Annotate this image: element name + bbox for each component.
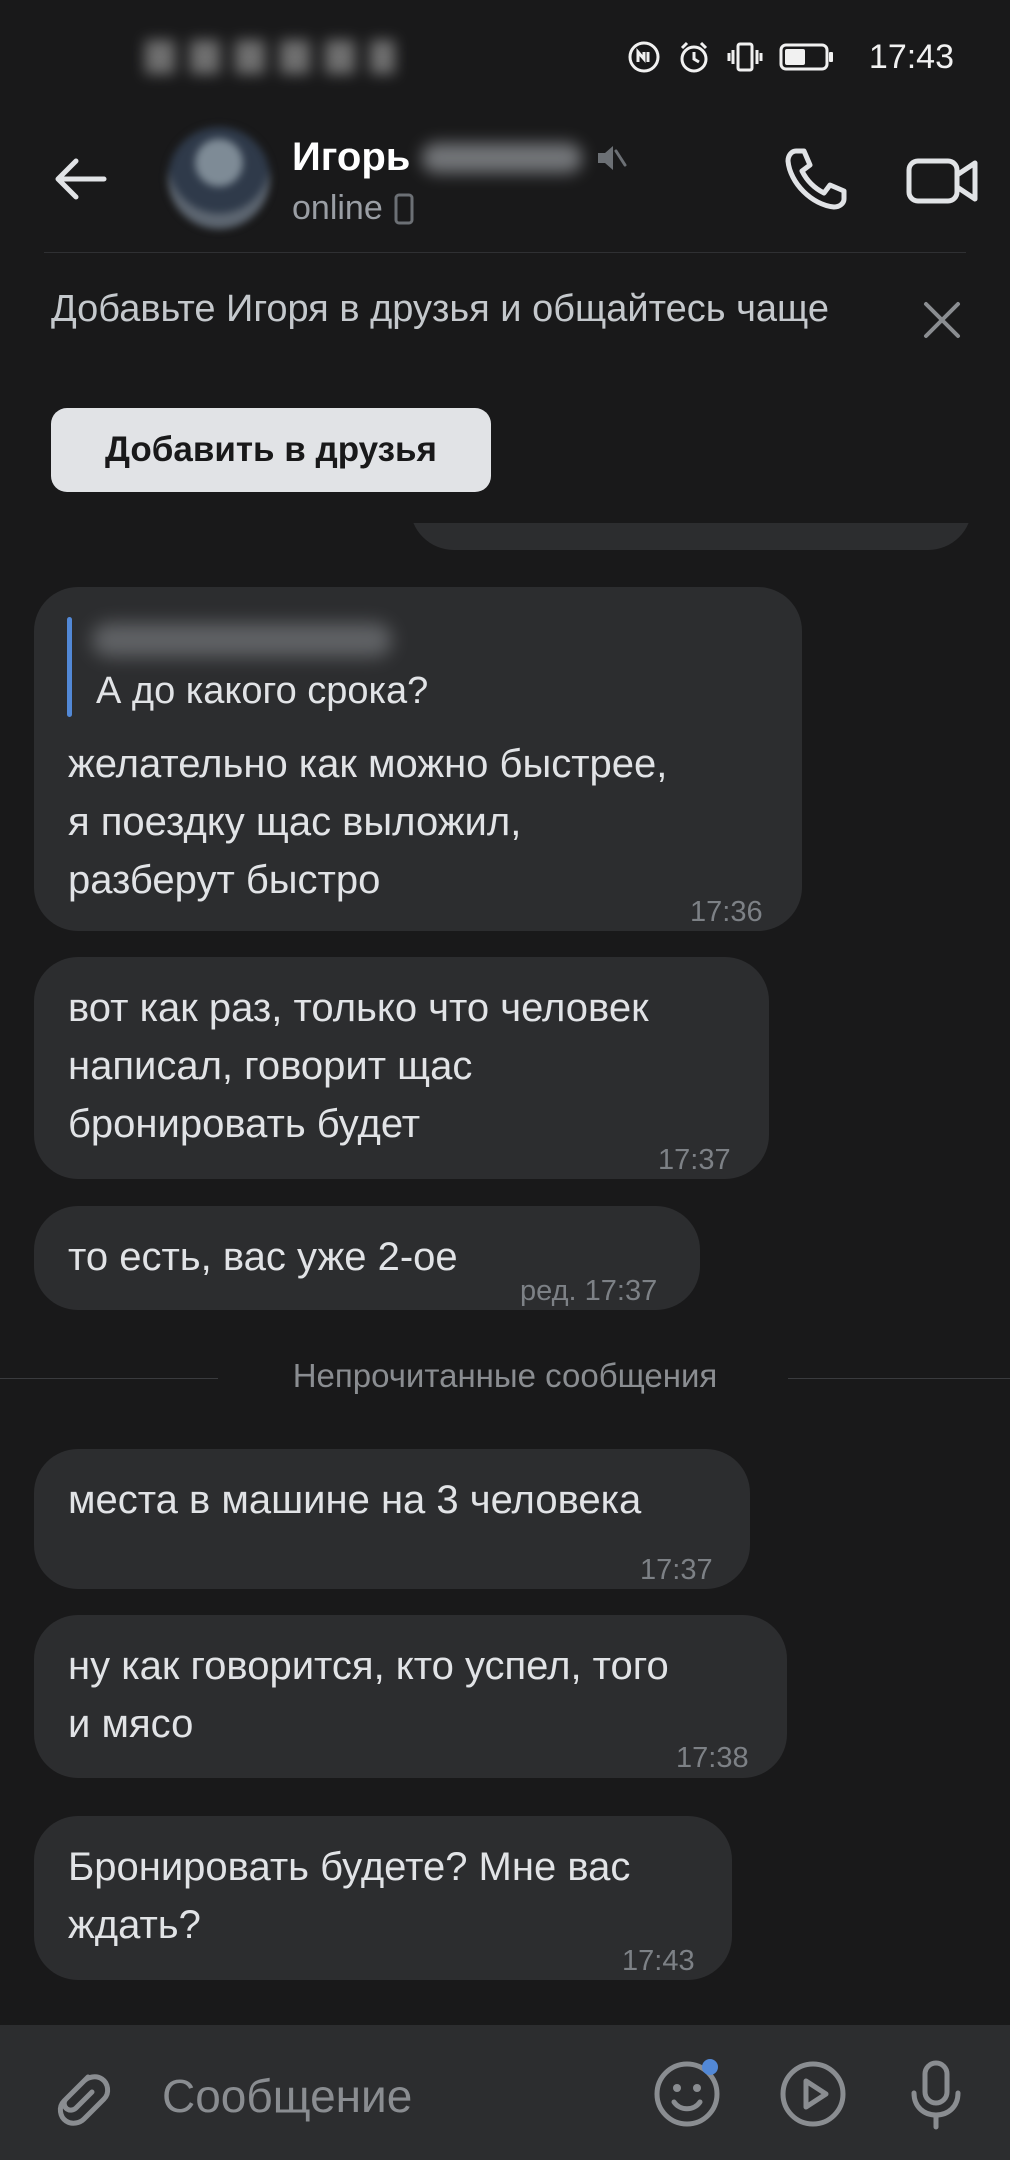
status-bar: 17:43 xyxy=(0,0,1010,115)
message-text: желательно как можно быстрее, я поездку … xyxy=(68,742,668,902)
add-friend-banner: Добавьте Игоря в друзья и общайтесь чаще… xyxy=(0,253,1010,523)
video-camera-icon xyxy=(906,158,978,204)
add-friend-button[interactable]: Добавить в друзья xyxy=(51,408,491,492)
reply-author-blurred xyxy=(92,623,392,657)
call-button[interactable] xyxy=(780,143,852,215)
message-text: то есть, вас уже 2-ое xyxy=(68,1235,458,1279)
reply-quote-bar xyxy=(67,617,72,717)
message-bubble[interactable]: ну как говорится, кто успел, того и мясо… xyxy=(34,1615,787,1778)
message-time: 17:38 xyxy=(676,1742,749,1774)
back-button[interactable] xyxy=(48,147,112,211)
status-bar-icons xyxy=(627,40,835,74)
message-bubble[interactable]: то есть, вас уже 2-ое ред. 17:37 xyxy=(34,1206,700,1310)
battery-icon xyxy=(779,42,835,72)
banner-text: Добавьте Игоря в друзья и общайтесь чаще xyxy=(51,288,829,330)
avatar[interactable] xyxy=(168,127,270,229)
unread-divider-text: Непрочитанные сообщения xyxy=(292,1357,718,1394)
message-bubble[interactable]: места в машине на 3 человека 17:37 xyxy=(34,1449,750,1589)
message-composer xyxy=(0,2025,1010,2160)
status-bar-left-icons-blurred xyxy=(145,40,395,74)
paperclip-icon xyxy=(57,2074,111,2126)
contact-surname-blurred xyxy=(422,142,583,173)
nfc-icon xyxy=(627,40,661,74)
close-icon xyxy=(924,302,960,338)
contact-name: Игорь xyxy=(292,135,411,179)
message-bubble[interactable]: вот как раз, только что человек написал,… xyxy=(34,957,769,1179)
message-bubble[interactable]: А до какого срока? желательно как можно … xyxy=(34,587,802,931)
unread-divider: Непрочитанные сообщения xyxy=(0,1355,1010,1401)
voice-message-button[interactable] xyxy=(906,2059,966,2131)
play-circle-icon xyxy=(780,2061,846,2127)
message-time: 17:36 xyxy=(690,896,763,928)
microphone-icon xyxy=(911,2060,961,2130)
banner-close-button[interactable] xyxy=(920,298,964,342)
alarm-icon xyxy=(677,40,711,74)
message-text: места в машине на 3 человека xyxy=(68,1478,642,1522)
contact-status-row: online xyxy=(292,189,415,228)
message-input[interactable] xyxy=(160,2065,644,2127)
unread-divider-line xyxy=(788,1378,1010,1379)
contact-name-row[interactable]: Игорь xyxy=(292,135,628,180)
vibrate-icon xyxy=(727,40,763,74)
mobile-device-icon xyxy=(393,193,415,225)
message-bubble[interactable]: Бронировать будете? Мне вас ждать? 17:43 xyxy=(34,1816,732,1980)
message-time: 17:43 xyxy=(622,1945,695,1977)
message-time: 17:37 xyxy=(658,1144,731,1176)
message-text: Бронировать будете? Мне вас ждать? xyxy=(68,1845,631,1947)
status-bar-time: 17:43 xyxy=(868,38,954,76)
message-text: ну как говорится, кто успел, того и мясо xyxy=(68,1644,669,1746)
reply-quote-text: А до какого срока? xyxy=(96,670,429,712)
chat-header: Игорь online xyxy=(0,115,1010,253)
notification-dot xyxy=(702,2059,718,2075)
mute-icon xyxy=(594,141,628,175)
video-call-button[interactable] xyxy=(905,145,981,215)
phone-icon xyxy=(785,148,847,210)
video-message-button[interactable] xyxy=(778,2059,848,2129)
message-time-edited: ред. 17:37 xyxy=(520,1275,658,1307)
back-arrow-icon xyxy=(55,158,107,200)
message-text: вот как раз, только что человек написал,… xyxy=(68,986,649,1146)
message-time: 17:37 xyxy=(640,1554,713,1586)
attach-button[interactable] xyxy=(48,2061,112,2129)
online-status: online xyxy=(292,189,383,227)
